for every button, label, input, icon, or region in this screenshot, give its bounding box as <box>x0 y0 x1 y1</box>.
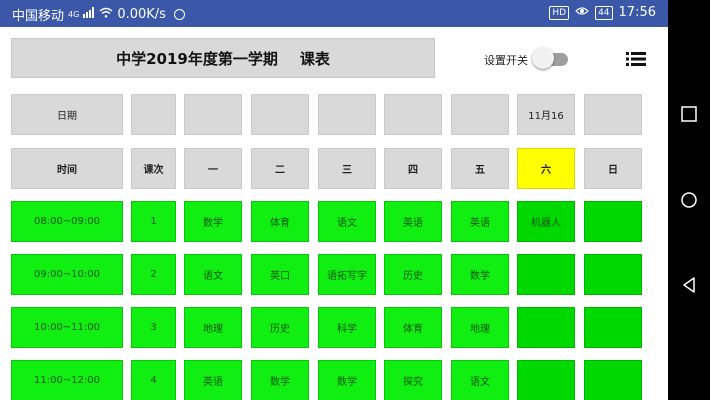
weekday-header-cell: 日 <box>584 148 642 189</box>
course-cell[interactable]: 机器人 <box>517 201 575 242</box>
course-cell[interactable] <box>517 360 575 400</box>
clock: 17:56 <box>618 5 656 20</box>
home-icon[interactable] <box>681 192 697 208</box>
date-cell <box>131 94 176 135</box>
course-cell[interactable]: 历史 <box>251 307 309 348</box>
weekday-header-cell: 一 <box>184 148 242 189</box>
date-cell <box>251 94 309 135</box>
course-cell[interactable] <box>584 201 642 242</box>
weekday-header-cell: 五 <box>451 148 509 189</box>
timetable-label: 课表 <box>299 49 330 68</box>
course-cell[interactable] <box>517 254 575 295</box>
course-cell[interactable]: 体育 <box>251 201 309 242</box>
system-nav-bar <box>668 0 710 400</box>
course-cell[interactable]: 英语 <box>384 201 442 242</box>
weekday-header-cell: 六 <box>517 148 575 189</box>
course-cell[interactable]: 数学 <box>251 360 309 400</box>
course-cell[interactable] <box>517 307 575 348</box>
page-title: 中学2019年度第一学期 课表 <box>11 38 435 78</box>
period-header: 课次 <box>131 148 176 189</box>
course-cell[interactable]: 数学 <box>184 201 242 242</box>
course-cell[interactable]: 科学 <box>318 307 376 348</box>
period-cell: 2 <box>131 254 176 295</box>
course-cell[interactable]: 语拓写字 <box>318 254 376 295</box>
battery-level: 44 <box>595 5 613 20</box>
date-cell: 11月16 <box>517 94 575 135</box>
menu-list-icon[interactable] <box>626 51 646 67</box>
course-cell[interactable]: 体育 <box>384 307 442 348</box>
date-cell <box>451 94 509 135</box>
course-cell[interactable]: 地理 <box>184 307 242 348</box>
course-cell[interactable]: 探究 <box>384 360 442 400</box>
network-speed: 0.00K/s <box>117 7 166 22</box>
date-cell <box>184 94 242 135</box>
time-slot-cell: 08:00~09:00 <box>11 201 123 242</box>
recent-apps-icon[interactable] <box>681 106 697 122</box>
settings-switch-thumb[interactable] <box>532 47 554 69</box>
course-cell[interactable]: 语文 <box>451 360 509 400</box>
back-icon[interactable] <box>681 277 697 293</box>
period-cell: 1 <box>131 201 176 242</box>
date-cell <box>384 94 442 135</box>
timetable-screen: 中学2019年度第一学期 课表 设置开关 日期 11月16 时间 课次一二三四五六日 0… <box>0 27 668 400</box>
course-cell[interactable]: 英语 <box>184 360 242 400</box>
weekday-header-cell: 三 <box>318 148 376 189</box>
sync-icon <box>173 9 185 20</box>
course-cell[interactable]: 地理 <box>451 307 509 348</box>
semester-title: 中学2019年度第一学期 <box>116 49 278 68</box>
signal-icon <box>83 7 95 22</box>
course-cell[interactable] <box>584 307 642 348</box>
course-cell[interactable]: 语文 <box>318 201 376 242</box>
time-slot-cell: 10:00~11:00 <box>11 307 123 348</box>
carrier-label: 中国移动 <box>12 9 65 24</box>
time-slot-cell: 11:00~12:00 <box>11 360 123 400</box>
status-bar: 中国移动 4G 0.00K/s HD 44 17:56 <box>0 0 668 27</box>
time-slot-cell: 09:00~10:00 <box>11 254 123 295</box>
course-cell[interactable]: 数学 <box>451 254 509 295</box>
eye-icon <box>575 5 589 20</box>
weekday-header-cell: 四 <box>384 148 442 189</box>
course-cell[interactable]: 英口 <box>251 254 309 295</box>
course-cell[interactable]: 数学 <box>318 360 376 400</box>
date-cell <box>584 94 642 135</box>
period-cell: 4 <box>131 360 176 400</box>
course-cell[interactable] <box>584 360 642 400</box>
wifi-icon <box>99 7 113 22</box>
weekday-header-cell: 二 <box>251 148 309 189</box>
date-cell <box>318 94 376 135</box>
time-header: 时间 <box>11 148 123 189</box>
period-cell: 3 <box>131 307 176 348</box>
course-cell[interactable]: 语文 <box>184 254 242 295</box>
settings-switch-label: 设置开关 <box>484 54 528 67</box>
date-label: 日期 <box>11 94 123 135</box>
network-type: 4G <box>68 10 80 19</box>
hd-icon: HD <box>549 5 570 20</box>
course-cell[interactable]: 历史 <box>384 254 442 295</box>
course-cell[interactable] <box>584 254 642 295</box>
course-cell[interactable]: 英语 <box>451 201 509 242</box>
